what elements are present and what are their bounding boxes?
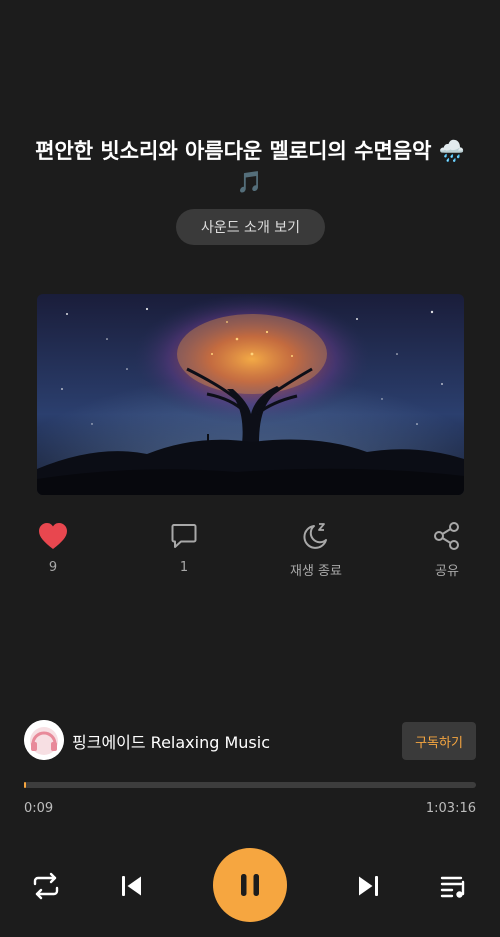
like-count: 9	[48, 560, 58, 575]
channel-name[interactable]: 핑크에이드 Relaxing Music	[72, 729, 270, 753]
pause-icon	[241, 874, 259, 896]
sound-intro-button[interactable]: 사운드 소개 보기	[176, 209, 325, 245]
track-title: 편안한 빗소리와 아름다운 멜로디의 수면음악 🌧️🎵	[30, 136, 470, 198]
share-icon	[402, 518, 492, 554]
share-button[interactable]: 공유	[402, 518, 492, 579]
total-time: 1:03:16	[425, 801, 476, 816]
comment-button[interactable]: 1	[139, 518, 229, 575]
album-artwork	[37, 294, 464, 495]
share-label: 공유	[435, 564, 459, 579]
channel-avatar[interactable]	[24, 720, 64, 760]
channel-row: 핑크에이드 Relaxing Music 구독하기	[24, 720, 476, 760]
skip-next-icon	[359, 876, 378, 896]
action-bar: 9 1 재생 종료 공유	[0, 518, 500, 579]
like-button[interactable]: 9	[8, 518, 98, 575]
next-button[interactable]	[348, 868, 388, 904]
sleep-timer-button[interactable]: 재생 종료	[271, 518, 361, 579]
progress-fill	[24, 782, 27, 788]
comment-count: 1	[179, 560, 189, 575]
repeat-icon	[33, 872, 59, 900]
skip-previous-icon	[122, 876, 141, 896]
playlist-icon	[440, 876, 465, 898]
moon-sleep-icon	[271, 518, 361, 554]
current-time: 0:09	[24, 801, 54, 816]
sleep-timer-label: 재생 종료	[290, 564, 342, 579]
subscribe-button[interactable]: 구독하기	[402, 722, 476, 760]
repeat-button[interactable]	[26, 868, 66, 904]
comment-icon	[139, 518, 229, 554]
track-title-text: 편안한 빗소리와 아름다운 멜로디의 수면음악	[35, 139, 432, 163]
playlist-button[interactable]	[434, 868, 474, 904]
playback-controls	[0, 848, 500, 924]
progress-bar[interactable]	[24, 782, 476, 788]
play-pause-button[interactable]	[213, 848, 287, 922]
previous-button[interactable]	[112, 868, 152, 904]
heart-icon	[8, 518, 98, 554]
